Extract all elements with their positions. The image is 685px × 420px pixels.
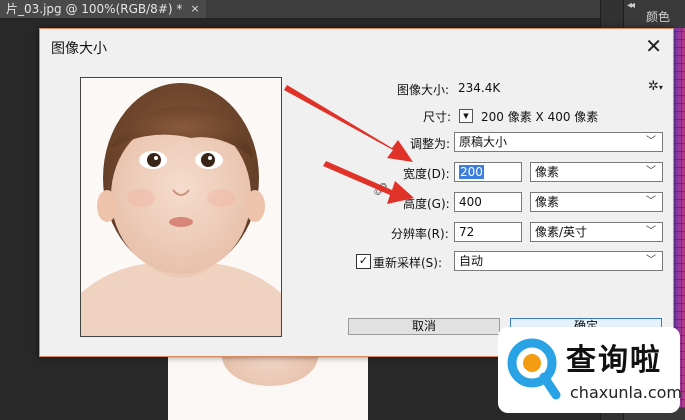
document-tab[interactable]: 片_03.jpg @ 100%(RGB/8#) * × (0, 0, 206, 18)
height-unit-value: 像素 (535, 195, 560, 209)
height-label: 高度(G): (403, 197, 450, 211)
watermark-brand: 查询啦 (566, 343, 662, 378)
magnifier-logo-icon (507, 338, 561, 400)
resample-select[interactable]: 自动 ﹀ (454, 251, 663, 271)
width-unit-value: 像素 (535, 165, 560, 179)
height-input[interactable]: 400 (454, 192, 522, 212)
document-canvas (168, 354, 368, 420)
image-preview[interactable] (80, 77, 282, 337)
resample-label: 重新采样(S): (373, 256, 443, 270)
height-unit-select[interactable]: 像素 ﹀ (530, 192, 663, 212)
chevron-down-icon: ﹀ (646, 226, 656, 237)
document-tab-title: 片_03.jpg @ 100%(RGB/8#) * (6, 2, 183, 16)
dialog-title: 图像大小 (51, 41, 107, 57)
tab-color[interactable]: 颜色 (646, 8, 670, 25)
document-tab-bar: 片_03.jpg @ 100%(RGB/8#) * × (0, 0, 600, 19)
dimensions-unit-dropdown-icon[interactable]: ▼ (459, 109, 473, 123)
watermark: 查询啦 chaxunla.com (498, 327, 682, 413)
width-value: 200 (459, 165, 484, 179)
resample-checkbox[interactable]: ✓ (356, 254, 371, 269)
link-icon[interactable]: 🔗︎ (373, 182, 388, 196)
image-size-dialog: 图像大小 ✕ ✲▾ 图像大小: 234.4K 尺寸: ▼ 200 像素 X 40… (39, 28, 674, 357)
dimensions-value: 200 像素 X 400 像素 (481, 110, 599, 124)
watermark-url: chaxunla.com (570, 383, 682, 402)
chevron-down-icon: ﹀ (646, 166, 656, 177)
cancel-button[interactable]: 取消 (348, 318, 500, 335)
dimensions-label: 尺寸: (423, 110, 452, 124)
baby-photo (81, 78, 281, 336)
resolution-label: 分辨率(R): (391, 227, 449, 241)
resolution-value: 72 (459, 225, 475, 239)
resolution-input[interactable]: 72 (454, 222, 522, 242)
width-unit-select[interactable]: 像素 ﹀ (530, 162, 663, 182)
height-value: 400 (459, 195, 482, 209)
gear-icon[interactable]: ✲▾ (648, 79, 663, 94)
chevron-down-icon: ﹀ (646, 255, 656, 266)
resolution-unit-value: 像素/英寸 (535, 225, 588, 239)
fit-to-value: 原稿大小 (459, 135, 508, 149)
resample-value: 自动 (459, 254, 484, 268)
chevron-down-icon: ﹀ (646, 196, 656, 207)
close-icon[interactable]: ✕ (645, 34, 662, 58)
image-size-label: 图像大小: (397, 83, 450, 97)
resolution-unit-select[interactable]: 像素/英寸 ﹀ (530, 222, 663, 242)
width-input[interactable]: 200 (454, 162, 522, 182)
width-label: 宽度(D): (403, 167, 450, 181)
collapse-panels-icon[interactable]: ◂◂ (627, 0, 635, 11)
fit-to-select[interactable]: 原稿大小 ﹀ (454, 132, 663, 152)
image-size-value: 234.4K (458, 81, 501, 95)
tab-close-icon[interactable]: × (190, 0, 199, 18)
chevron-down-icon: ﹀ (646, 136, 656, 147)
fit-to-label: 调整为: (410, 137, 451, 151)
